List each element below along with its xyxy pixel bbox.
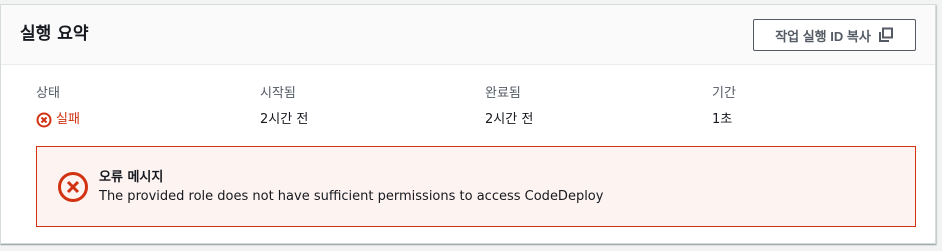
duration-value: 1초: [712, 112, 733, 127]
error-title: 오류 메시지: [99, 170, 164, 185]
started-label: 시작됨: [260, 86, 296, 101]
duration-column: 기간 1초: [712, 85, 736, 129]
status-column: 상태 실패: [36, 85, 80, 129]
error-message: The provided role does not have sufficie…: [99, 189, 604, 204]
started-value: 2시간 전: [260, 112, 309, 127]
status-label: 상태: [36, 86, 60, 101]
duration-label: 기간: [712, 86, 736, 101]
error-alert: 오류 메시지 The provided role does not have s…: [36, 146, 916, 227]
panel-title: 실행 요약: [20, 24, 89, 44]
status-value: 실패: [36, 111, 80, 129]
completed-value: 2시간 전: [485, 112, 534, 127]
copy-icon: [878, 27, 894, 43]
copy-job-run-id-button[interactable]: 작업 실행 ID 복사: [753, 19, 916, 51]
panel-header: 실행 요약 작업 실행 ID 복사: [1, 5, 935, 65]
completed-label: 완료됨: [485, 86, 521, 101]
execution-summary-panel: 실행 요약 작업 실행 ID 복사 상태 실패 시작됨 2시간 전 완료됨 2시…: [0, 4, 936, 244]
status-text: 실패: [56, 112, 80, 127]
started-column: 시작됨 2시간 전: [260, 85, 308, 129]
copy-button-label: 작업 실행 ID 복사: [775, 28, 871, 44]
error-circle-icon: [57, 171, 89, 203]
completed-column: 완료됨 2시간 전: [485, 85, 533, 129]
error-circle-icon: [36, 112, 52, 128]
